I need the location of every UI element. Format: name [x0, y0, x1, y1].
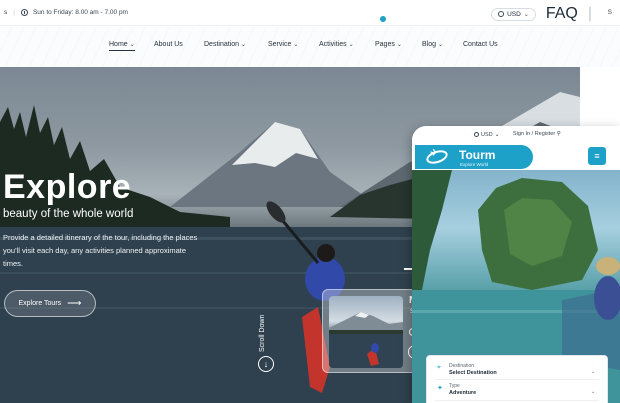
- mobile-top-bar: USD ⌄ Sign In / Register ⚲: [412, 126, 620, 142]
- mobile-currency-selector[interactable]: USD ⌄: [474, 131, 500, 138]
- arrow-down-icon: ↓: [263, 359, 269, 369]
- brand-logo[interactable]: ✈ Tourm Explore World: [415, 145, 533, 169]
- arrow-right-icon: ⟶: [67, 298, 82, 309]
- destination-label: Destination: [449, 363, 475, 369]
- user-icon: ⚲: [556, 131, 561, 137]
- faq-link[interactable]: FAQ: [546, 5, 578, 23]
- nav-item-contact[interactable]: Contact Us: [463, 41, 498, 48]
- main-navigation: Home ⌄ About Us Destination ⌄ Service ⌄ …: [0, 27, 620, 67]
- chevron-down-icon: ⌄: [523, 11, 529, 18]
- nav-item-home[interactable]: Home ⌄: [109, 41, 135, 51]
- tour-search-panel: ⌖ Destination Select Destination ⌄ ✦ Typ…: [426, 355, 608, 403]
- globe-icon: [498, 11, 505, 17]
- explore-tours-label: Explore Tours: [18, 300, 62, 307]
- nav-item-label: Home: [109, 41, 128, 48]
- brand-name: Tourm: [459, 148, 496, 162]
- chevron-down-icon: ⌄: [396, 42, 402, 48]
- nav-item-label: Blog: [422, 41, 437, 48]
- topbar-divider: |: [13, 9, 15, 16]
- nav-item-label: Activities: [319, 41, 347, 48]
- chevron-down-icon: ⌄: [438, 42, 444, 48]
- nav-item-label: Service: [268, 41, 292, 48]
- topbar-divider: |: [587, 5, 592, 22]
- explore-tours-button[interactable]: Explore Tours ⟶: [4, 290, 96, 317]
- hero-subtitle: beauty of the whole world: [3, 208, 134, 220]
- sign-in-link[interactable]: Sign In / Register ⚲: [513, 131, 561, 137]
- tour-card-illustration: [329, 312, 403, 368]
- currency-selector[interactable]: USD ⌄: [491, 7, 536, 21]
- topbar-right-group: USD ⌄ FAQ |: [491, 5, 592, 23]
- nav-item-pages[interactable]: Pages ⌄: [375, 41, 402, 48]
- type-select[interactable]: Adventure: [449, 390, 476, 396]
- nav-item-label: About Us: [154, 41, 183, 48]
- tour-preview-card[interactable]: M S: [322, 289, 422, 373]
- type-label: Type: [449, 383, 460, 389]
- nav-item-about[interactable]: About Us: [154, 41, 183, 48]
- topbar-cut-label: S: [607, 9, 612, 16]
- mobile-header: ✈ Tourm Explore World ≡: [412, 142, 620, 170]
- topbar-edge-mark: s: [4, 9, 8, 16]
- nav-item-label: Contact Us: [463, 41, 498, 48]
- globe-icon: [474, 132, 479, 137]
- nav-item-service[interactable]: Service ⌄: [268, 41, 298, 48]
- hero-title: Explore: [3, 168, 132, 206]
- nav-item-destination[interactable]: Destination ⌄: [204, 41, 246, 48]
- plane-icon: ✈: [430, 148, 439, 159]
- mobile-preview: USD ⌄ Sign In / Register ⚲ ✈ Tourm Explo…: [412, 126, 620, 403]
- field-divider: [435, 379, 599, 380]
- currency-value: USD: [507, 10, 521, 18]
- mobile-currency-value: USD: [481, 131, 493, 138]
- chevron-down-icon: ⌄: [293, 42, 299, 48]
- tour-card-image: [329, 296, 403, 368]
- chevron-down-icon: ⌄: [591, 369, 596, 375]
- opening-hours: Sun to Friday: 8.00 am - 7.00 pm: [32, 9, 128, 16]
- scroll-down-button[interactable]: ↓: [258, 356, 274, 372]
- field-divider: [435, 400, 599, 401]
- nav-item-label: Destination: [204, 41, 240, 48]
- chevron-down-icon: ⌄: [591, 389, 596, 395]
- indicator-dot: [380, 16, 386, 22]
- type-icon: ✦: [437, 385, 443, 392]
- sign-in-label: Sign In / Register: [513, 131, 556, 137]
- hamburger-menu-icon[interactable]: ≡: [588, 147, 606, 165]
- location-pin-icon: ⌖: [437, 364, 441, 371]
- nav-item-blog[interactable]: Blog ⌄: [422, 41, 443, 48]
- brand-tagline: Explore World: [460, 162, 489, 167]
- chevron-down-icon: ⌄: [129, 42, 135, 48]
- nav-item-label: Pages: [375, 41, 395, 48]
- chevron-down-icon: ⌄: [494, 132, 500, 138]
- scroll-down-label: Scroll Down: [259, 314, 266, 352]
- chevron-down-icon: ⌄: [241, 42, 247, 48]
- clock-icon: [20, 9, 28, 16]
- destination-select[interactable]: Select Destination: [449, 370, 497, 376]
- chevron-down-icon: ⌄: [348, 42, 354, 48]
- nav-item-activities[interactable]: Activities ⌄: [319, 41, 354, 48]
- hero-description: Provide a detailed itinerary of the tour…: [3, 233, 198, 268]
